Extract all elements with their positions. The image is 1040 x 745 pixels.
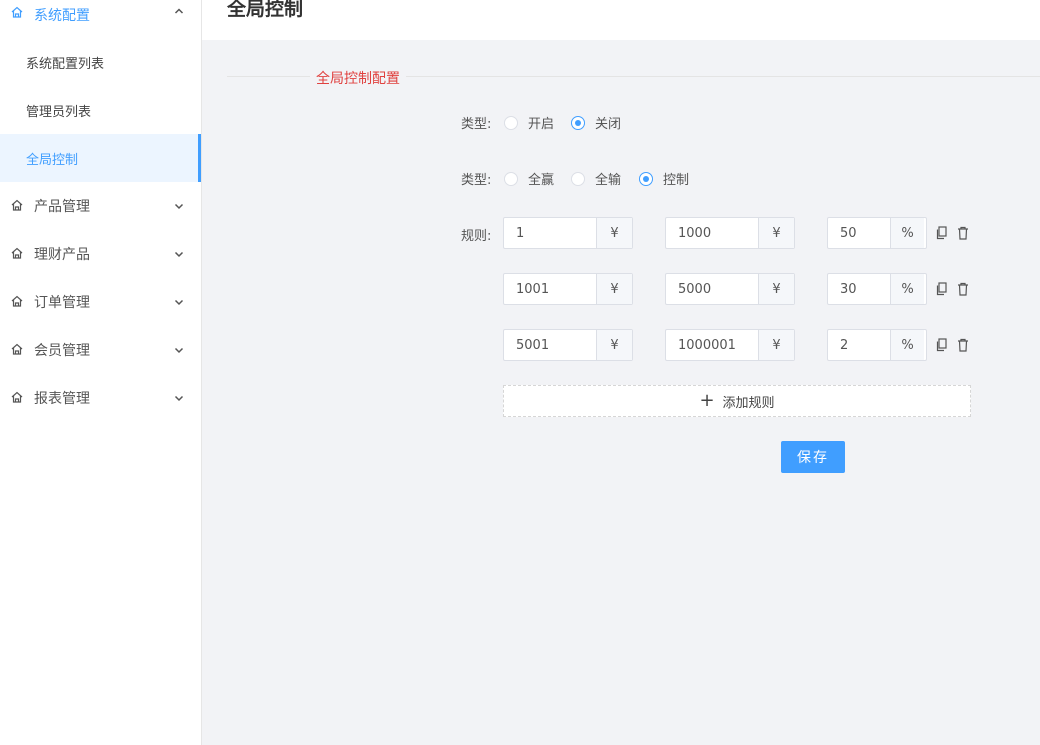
rule-max-input[interactable] [666, 274, 758, 304]
menu-group-label: 会员管理 [34, 343, 90, 359]
chevron-down-icon [173, 248, 185, 260]
delete-icon[interactable] [957, 282, 971, 298]
rule-min-input[interactable] [504, 274, 596, 304]
rule-percent-input-group: % [827, 217, 927, 249]
home-icon [10, 198, 26, 214]
plus-icon: + [699, 390, 715, 411]
chevron-down-icon [173, 200, 185, 212]
sidebar-item-admin-list[interactable]: 管理员列表 [0, 86, 201, 134]
percent-suffix: % [890, 330, 924, 360]
currency-suffix: ¥ [596, 330, 632, 360]
menu-group-report-management[interactable]: 报表管理 [0, 374, 201, 422]
radio-dot [571, 115, 585, 130]
currency-suffix: ¥ [596, 274, 632, 304]
rule-max-input-group: ¥ [665, 217, 795, 249]
rule-percent-input-group: % [827, 273, 927, 305]
chevron-down-icon [173, 296, 185, 308]
rules-label: 规则: [461, 229, 492, 244]
radio-label: 控制 [663, 173, 690, 188]
sidebar-item-system-config-list[interactable]: 系统配置列表 [0, 38, 201, 86]
rule-percent-input-group: % [827, 329, 927, 361]
home-icon [10, 342, 26, 358]
radio-all-lose[interactable]: 全输 [571, 169, 621, 188]
section-title: 全局控制配置 [310, 68, 406, 88]
chevron-down-icon [173, 344, 185, 356]
page-header: 全局控制 [202, 0, 1040, 40]
delete-icon[interactable] [957, 338, 971, 354]
copy-icon[interactable] [936, 282, 950, 298]
currency-suffix: ¥ [758, 218, 794, 248]
radio-label: 开启 [528, 117, 555, 132]
menu-group-product-management[interactable]: 产品管理 [0, 182, 201, 230]
rule-max-input-group: ¥ [665, 273, 795, 305]
home-icon [10, 390, 26, 406]
page-title: 全局控制 [227, 0, 304, 20]
currency-suffix: ¥ [758, 274, 794, 304]
sidebar: 系统配置 系统配置列表 管理员列表 全局控制 产品管理 理财产品 订单管理 会员… [0, 0, 202, 745]
radio-dot [639, 171, 653, 186]
menu-group-label: 系统配置 [34, 8, 90, 24]
menu-group-member-management[interactable]: 会员管理 [0, 326, 201, 374]
chevron-down-icon [173, 392, 185, 404]
rule-min-input[interactable] [504, 218, 596, 248]
add-rule-label: 添加规则 [722, 395, 775, 411]
radio-control[interactable]: 控制 [639, 169, 689, 188]
menu-group-label: 产品管理 [34, 199, 90, 215]
menu-group-label: 订单管理 [34, 295, 90, 311]
menu-group-label: 报表管理 [34, 391, 90, 407]
rule-percent-input[interactable] [828, 330, 890, 360]
add-rule-button[interactable]: + 添加规则 [503, 385, 971, 417]
copy-icon[interactable] [936, 226, 950, 242]
switch-type-label: 类型: [461, 117, 492, 132]
rule-max-input-group: ¥ [665, 329, 795, 361]
save-button[interactable]: 保存 [781, 441, 845, 473]
radio-label: 关闭 [595, 117, 622, 132]
percent-suffix: % [890, 274, 924, 304]
currency-suffix: ¥ [758, 330, 794, 360]
menu-group-system-config[interactable]: 系统配置 [0, 0, 201, 30]
chevron-up-icon [173, 5, 185, 17]
rule-min-input-group: ¥ [503, 273, 633, 305]
menu-group-label: 理财产品 [34, 247, 90, 263]
main-content: 全局控制配置 类型: 开启 关闭 类型: 全赢 全输 控制 规则: ¥ ¥ % [202, 40, 1040, 745]
sidebar-item-global-control[interactable]: 全局控制 [0, 134, 201, 182]
rule-min-input-group: ¥ [503, 217, 633, 249]
rule-min-input-group: ¥ [503, 329, 633, 361]
menu-group-order-management[interactable]: 订单管理 [0, 278, 201, 326]
radio-label: 全输 [595, 173, 622, 188]
copy-icon[interactable] [936, 338, 950, 354]
rule-percent-input[interactable] [828, 274, 890, 304]
home-icon [10, 294, 26, 310]
percent-suffix: % [890, 218, 924, 248]
radio-label: 全赢 [528, 173, 555, 188]
rule-percent-input[interactable] [828, 218, 890, 248]
menu-group-wealth-products[interactable]: 理财产品 [0, 230, 201, 278]
radio-close[interactable]: 关闭 [571, 113, 621, 132]
rule-max-input[interactable] [666, 218, 758, 248]
currency-suffix: ¥ [596, 218, 632, 248]
radio-dot [571, 171, 585, 186]
radio-open[interactable]: 开启 [504, 113, 554, 132]
mode-type-label: 类型: [461, 173, 492, 188]
home-icon [10, 5, 26, 21]
radio-dot [504, 171, 518, 186]
home-icon [10, 246, 26, 262]
delete-icon[interactable] [957, 226, 971, 242]
radio-all-win[interactable]: 全赢 [504, 169, 554, 188]
radio-dot [504, 115, 518, 130]
rule-min-input[interactable] [504, 330, 596, 360]
rule-max-input[interactable] [666, 330, 758, 360]
